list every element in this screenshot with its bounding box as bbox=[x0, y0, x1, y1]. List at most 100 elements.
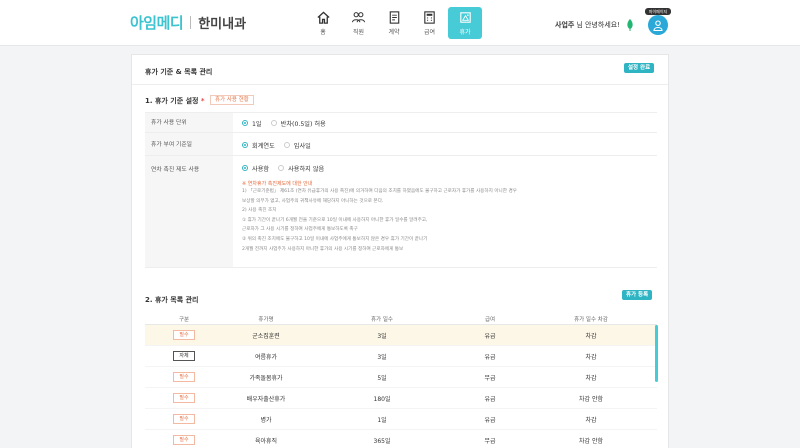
deduct-cell: 차감 bbox=[585, 332, 597, 340]
nav-contract-label: 계약 bbox=[388, 29, 400, 36]
radio-option-1day[interactable]: 1일 bbox=[242, 119, 262, 128]
radio-button[interactable] bbox=[283, 142, 290, 148]
nav-home-label: 홈 bbox=[320, 29, 326, 36]
column-header: 휴가명 bbox=[258, 316, 274, 323]
save-settings-button[interactable]: 설정 완료 bbox=[624, 63, 655, 73]
nav-staff[interactable]: 직원 bbox=[342, 7, 376, 39]
notice-line: ② 위의 촉진 조치에도 불구하고 10일 이내에 사업주에게 통보하지 않은 … bbox=[242, 236, 428, 242]
days-cell: 5일 bbox=[377, 374, 387, 382]
logo-divider bbox=[190, 16, 192, 29]
column-header: 휴가 일수 차감 bbox=[574, 316, 608, 323]
table-row[interactable]: 자체 여름휴가 3일 유급 차감 bbox=[145, 346, 657, 367]
pay-cell: 무급 bbox=[484, 437, 496, 445]
table-row[interactable]: 필수 육아휴직 365일 무급 차감 안함 bbox=[145, 430, 657, 448]
radio-button[interactable] bbox=[278, 165, 285, 171]
pay-cell: 무급 bbox=[484, 374, 496, 382]
vacation-icon bbox=[459, 12, 471, 23]
radio-group-promotion: 사용함 사용하지 않음 bbox=[242, 160, 657, 176]
radio-button[interactable] bbox=[242, 142, 248, 148]
register-vacation-button[interactable]: 휴가 등록 bbox=[622, 290, 653, 300]
table-row[interactable]: 필수 병가 1일 유급 차감 bbox=[145, 409, 657, 430]
radio-option-hire-date[interactable]: 입사일 bbox=[283, 141, 311, 150]
type-badge: 필수 bbox=[173, 330, 195, 340]
days-cell: 3일 bbox=[377, 332, 387, 340]
type-cell: 필수 bbox=[145, 414, 223, 424]
setting-row-basis: 휴가 부여 기준일 회계연도 입사일 bbox=[145, 133, 657, 156]
notice-line: 1) 「근로기준법」 제61조 (연차 유급휴가의 사용 촉진)에 의거하여 다… bbox=[242, 189, 517, 194]
nav-vacation-label: 휴가 bbox=[459, 29, 471, 36]
vacation-name-cell: 배우자출산휴가 bbox=[246, 395, 286, 403]
setting-label: 휴가 사용 단위 bbox=[145, 113, 233, 132]
setting-value: 회계연도 입사일 bbox=[233, 133, 657, 155]
column-header: 휴가 일수 bbox=[371, 316, 393, 323]
app-logo[interactable]: 아임메디 한미내과 bbox=[130, 12, 246, 33]
section1-title-text: 1. 휴가 기준 설정 bbox=[145, 97, 199, 105]
type-cell: 필수 bbox=[145, 372, 223, 382]
my-page-button[interactable]: 마이페이지 bbox=[645, 8, 671, 38]
notice-line: 보상할 의무가 없고, 사업주의 귀책사유에 해당하지 아니하는 것으로 본다. bbox=[242, 198, 384, 204]
type-badge: 필수 bbox=[173, 414, 195, 424]
table-header: 구분 휴가명 휴가 일수 급여 휴가 일수 차감 bbox=[145, 313, 657, 325]
deduct-cell: 차감 안함 bbox=[579, 395, 603, 403]
radio-button[interactable] bbox=[242, 120, 248, 126]
radio-option-label: 입사일 bbox=[293, 142, 311, 150]
radio-option-fiscal-year[interactable]: 회계연도 bbox=[242, 141, 275, 150]
notice-line: 2) 사용 촉진 조치 bbox=[242, 208, 277, 214]
section1-title: 1. 휴가 기준 설정 * bbox=[145, 96, 205, 106]
document-icon bbox=[389, 11, 399, 24]
radio-button[interactable] bbox=[270, 120, 277, 126]
user-icon bbox=[653, 19, 663, 31]
days-cell: 180일 bbox=[373, 395, 391, 403]
radio-option-halfday[interactable]: 반차(0.5일) 허용 bbox=[270, 119, 326, 128]
table-row[interactable]: 필수 배우자출산휴가 180일 유급 차감 안함 bbox=[145, 388, 657, 409]
radio-option-not-use[interactable]: 사용하지 않음 bbox=[278, 164, 324, 173]
nav-vacation[interactable]: 휴가 bbox=[448, 7, 482, 39]
table-scrollbar[interactable] bbox=[655, 325, 658, 382]
setting-label: 휴가 부여 기준일 bbox=[145, 133, 233, 155]
type-badge: 필수 bbox=[173, 435, 195, 445]
top-header: 아임메디 한미내과 홈 직원 계약 급여 휴가 사업주 님 안녕하세요! 마이페… bbox=[0, 0, 800, 46]
deduct-cell: 차감 안함 bbox=[579, 437, 603, 445]
pay-cell: 유급 bbox=[484, 416, 496, 424]
user-name: 사업주 bbox=[555, 21, 575, 29]
nav-contract[interactable]: 계약 bbox=[377, 7, 411, 39]
type-cell: 필수 bbox=[145, 330, 223, 340]
deduct-cell: 차감 bbox=[585, 353, 597, 361]
table-row[interactable]: 필수 군소집훈련 3일 유급 차감 bbox=[145, 325, 657, 346]
vacation-name-cell: 병가 bbox=[260, 416, 272, 424]
radio-option-label: 반차(0.5일) 허용 bbox=[280, 120, 326, 128]
vacation-usage-status-button[interactable]: 휴가 사용 현황 bbox=[210, 95, 254, 105]
radio-option-label: 회계연도 bbox=[252, 142, 275, 150]
vacation-name-cell: 여름휴가 bbox=[254, 353, 278, 361]
radio-option-label: 1일 bbox=[252, 120, 262, 128]
deduct-cell: 차감 bbox=[585, 374, 597, 382]
radio-option-label: 사용함 bbox=[252, 165, 270, 173]
deduct-cell: 차감 bbox=[585, 416, 597, 424]
setting-row-unit: 휴가 사용 단위 1일 반차(0.5일) 허용 bbox=[145, 113, 657, 133]
notice-line: ① 휴가 기간이 끝나기 6개월 전을 기준으로 10일 이내에 사용하지 아니… bbox=[242, 217, 428, 223]
type-cell: 필수 bbox=[145, 393, 223, 403]
setting-label: 연차 촉진 제도 사용 bbox=[145, 156, 233, 267]
setting-value: 사용함 사용하지 않음 ※ 연차휴가 촉진제도에 대한 안내 1) 「근로기준법… bbox=[233, 156, 657, 267]
radio-group-basis: 회계연도 입사일 bbox=[242, 133, 657, 157]
people-icon bbox=[351, 12, 366, 23]
leaf-icon bbox=[627, 19, 633, 31]
nav-payroll-label: 급여 bbox=[423, 29, 436, 36]
radio-option-use[interactable]: 사용함 bbox=[242, 164, 269, 173]
radio-button[interactable] bbox=[242, 165, 248, 171]
table-row[interactable]: 필수 가족돌봄휴가 5일 무급 차감 bbox=[145, 367, 657, 388]
radio-group-unit: 1일 반차(0.5일) 허용 bbox=[242, 113, 657, 133]
pay-cell: 유급 bbox=[484, 353, 496, 361]
section2-title: 2. 휴가 목록 관리 bbox=[145, 296, 199, 304]
logo-main-text: 아임메디 bbox=[130, 14, 184, 32]
nav-payroll[interactable]: 급여 bbox=[413, 7, 447, 39]
settings-table: 휴가 사용 단위 1일 반차(0.5일) 허용 휴가 부여 기준일 회계연도 입… bbox=[145, 112, 657, 268]
nav-home[interactable]: 홈 bbox=[306, 7, 340, 39]
home-icon bbox=[316, 11, 330, 24]
type-cell: 필수 bbox=[145, 435, 223, 445]
main-nav: 홈 직원 계약 급여 휴가 bbox=[306, 7, 484, 39]
nav-staff-label: 직원 bbox=[352, 29, 365, 36]
type-cell: 자체 bbox=[145, 351, 223, 361]
pay-cell: 유급 bbox=[484, 332, 496, 340]
notice-line: 근로자가 그 사용 시기를 정하여 사업주에게 통보하도록 촉구 bbox=[242, 227, 358, 233]
